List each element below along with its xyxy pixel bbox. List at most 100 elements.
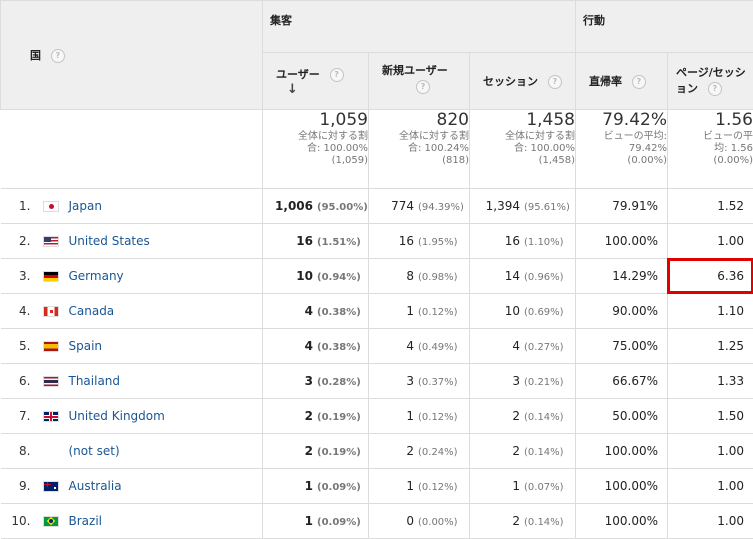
summary-note: 全体に対する割 <box>470 131 575 142</box>
country-header-label: 国 <box>30 49 41 62</box>
country-link[interactable]: United States <box>69 234 150 248</box>
users-cell: 4(0.38%) <box>263 329 369 364</box>
bounce-rate-column-header[interactable]: 直帰率 ? <box>576 53 668 110</box>
row-index: 3. <box>1 269 41 283</box>
new-users-cell: 3(0.37%) <box>369 364 470 399</box>
help-icon[interactable]: ? <box>416 80 430 94</box>
country-cell: 9. Australia <box>1 469 263 504</box>
country-link[interactable]: Thailand <box>69 374 121 388</box>
flag-ca-icon <box>43 306 59 317</box>
help-icon[interactable]: ? <box>708 82 722 96</box>
summary-sessions: 1,458 全体に対する割 合: 100.00% (1,458) <box>470 110 576 189</box>
users-value: 1 <box>305 514 313 528</box>
users-cell: 4 (0.38%) <box>263 294 369 329</box>
pages-per-session-cell: 1.52 <box>668 189 753 224</box>
help-icon[interactable]: ? <box>548 75 562 89</box>
country-link[interactable]: Germany <box>69 269 124 283</box>
new-users-column-header[interactable]: 新規ユーザー ? <box>369 53 470 110</box>
users-cell: 1(0.09%) <box>263 504 369 539</box>
new-users-percent: (0.00%) <box>418 517 460 528</box>
users-header-label: ユーザー <box>276 68 320 81</box>
flag-au-icon <box>43 481 59 492</box>
sessions-value: 1 <box>512 479 520 493</box>
row-index: 6. <box>1 374 41 388</box>
users-percent: (0.19%) <box>317 412 359 423</box>
new-users-cell: 774(94.39%) <box>369 189 470 224</box>
new-users-value: 0 <box>406 514 414 528</box>
sessions-cell: 4(0.27%) <box>470 329 576 364</box>
sessions-cell: 2(0.14%) <box>470 434 576 469</box>
users-cell: 2 (0.19%) <box>263 399 369 434</box>
country-link[interactable]: Brazil <box>69 514 103 528</box>
summary-note: 全体に対する割 <box>369 131 469 142</box>
highlight-box <box>667 258 753 294</box>
country-cell: 3. Germany <box>1 259 263 294</box>
table-row: 4.Canada4(0.38%)1(0.12%)10(0.69%)90.00%1… <box>1 294 753 329</box>
behavior-group-header: 行動 <box>576 1 753 53</box>
new-users-value: 1 <box>406 304 414 318</box>
new-users-percent: (0.24%) <box>418 447 460 458</box>
pages-per-session-cell: 1.50 <box>668 399 753 434</box>
new-users-cell: 2(0.24%) <box>369 434 470 469</box>
row-index: 10. <box>1 514 41 528</box>
row-index: 5. <box>1 339 41 353</box>
country-link[interactable]: Spain <box>69 339 103 353</box>
country-link[interactable]: United Kingdom <box>69 409 165 423</box>
flag-es-icon <box>43 341 59 352</box>
pages-per-session-value: 1.00 <box>717 444 744 458</box>
help-icon[interactable]: ? <box>51 49 65 63</box>
summary-note: 均: 1.56 <box>668 143 753 154</box>
users-percent: (0.19%) <box>317 447 359 458</box>
users-cell: 16(1.51%) <box>263 224 369 259</box>
country-link[interactable]: (not set) <box>69 444 120 458</box>
help-icon[interactable]: ? <box>330 68 344 82</box>
sessions-cell: 10(0.69%) <box>470 294 576 329</box>
users-cell: 1(0.09%) <box>263 469 369 504</box>
users-percent: (0.38%) <box>317 342 359 353</box>
new-users-percent: (0.12%) <box>418 412 460 423</box>
pages-per-session-value: 1.10 <box>717 304 744 318</box>
table-row: 3.Germany10(0.94%)8(0.98%)14(0.96%)14.29… <box>1 259 753 294</box>
sessions-header-label: セッション <box>483 75 538 88</box>
sessions-value: 14 <box>505 269 520 283</box>
bounce-rate-header-label: 直帰率 <box>589 75 622 88</box>
country-link[interactable]: Japan <box>69 199 102 213</box>
new-users-percent: (1.95%) <box>418 237 460 248</box>
users-cell: 10(0.94%) <box>263 259 369 294</box>
country-column-header[interactable]: 国 ? <box>1 1 263 110</box>
users-value: 2 <box>305 444 313 458</box>
pages-per-session-cell: 1.00 <box>668 469 753 504</box>
sessions-percent: (0.07%) <box>524 482 566 493</box>
row-index: 9. <box>1 479 41 493</box>
summary-value: 79.42% <box>576 110 667 130</box>
users-value: 4 <box>305 304 313 318</box>
row-index: 7. <box>1 409 41 423</box>
pages-per-session-value: 1.52 <box>717 199 744 213</box>
users-percent: (0.38%) <box>317 307 359 318</box>
summary-value: 1,458 <box>470 110 575 130</box>
users-percent: (0.94%) <box>317 272 359 283</box>
acquisition-group-header: 集客 <box>263 1 576 53</box>
sort-descending-icon[interactable]: ↓ <box>287 82 298 97</box>
users-column-header[interactable]: ユーザー ? ↓ <box>263 53 369 110</box>
pages-per-session-value: 1.00 <box>717 479 744 493</box>
new-users-header-label: 新規ユーザー <box>382 64 448 77</box>
sessions-column-header[interactable]: セッション ? <box>470 53 576 110</box>
help-icon[interactable]: ? <box>632 75 646 89</box>
country-link[interactable]: Canada <box>69 304 115 318</box>
summary-note: ビューの平均: <box>576 131 667 142</box>
country-cell: 2.United States <box>1 224 263 259</box>
summary-note: 合: 100.00% <box>470 143 575 154</box>
pages-per-session-cell: 1.33 <box>668 364 753 399</box>
bounce-rate-cell: 66.67% <box>576 364 668 399</box>
bounce-rate-cell: 75.00% <box>576 329 668 364</box>
table-row: 10.Brazil1(0.09%)0(0.00%)2(0.14%)100.00%… <box>1 504 753 539</box>
flag-de-icon <box>43 271 59 282</box>
sessions-percent: (0.27%) <box>524 342 566 353</box>
sessions-cell: 16(1.10%) <box>470 224 576 259</box>
sessions-value: 3 <box>512 374 520 388</box>
pages-per-session-column-header[interactable]: ページ/セッション ? <box>668 53 753 110</box>
sessions-percent: (0.14%) <box>524 412 566 423</box>
users-value: 2 <box>305 409 313 423</box>
country-link[interactable]: Australia <box>69 479 122 493</box>
